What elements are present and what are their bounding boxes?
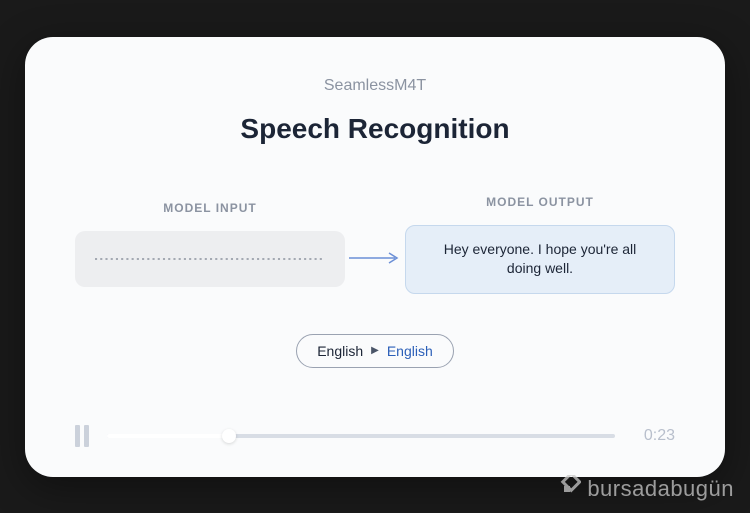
arrow-wrap [345, 250, 405, 266]
output-column: MODEL OUTPUT Hey everyone. I hope you're… [405, 195, 675, 294]
time-display: 0:23 [633, 427, 675, 445]
progress-track[interactable] [107, 434, 615, 438]
media-player: 0:23 [75, 401, 675, 447]
product-subtitle: SeamlessM4T [75, 77, 675, 95]
watermark-logo-icon [553, 475, 581, 503]
input-label: MODEL INPUT [163, 201, 256, 215]
input-column: MODEL INPUT [75, 201, 345, 287]
language-source: English [317, 343, 363, 359]
arrow-right-icon [347, 250, 403, 266]
pause-icon [84, 425, 89, 447]
play-triangle-icon: ▶ [371, 345, 379, 356]
progress-fill [107, 434, 229, 438]
output-text-box: Hey everyone. I hope you're all doing we… [405, 225, 675, 294]
output-label: MODEL OUTPUT [486, 195, 594, 209]
pause-button[interactable] [75, 425, 89, 447]
page-title: Speech Recognition [75, 113, 675, 145]
watermark-text: bursadabugün [587, 476, 734, 502]
language-pill[interactable]: English ▶ English [296, 334, 454, 368]
audio-input-box [75, 231, 345, 287]
demo-card: SeamlessM4T Speech Recognition MODEL INP… [25, 37, 725, 477]
progress-thumb[interactable] [222, 429, 236, 443]
pause-icon [75, 425, 80, 447]
language-target: English [387, 343, 433, 359]
io-row: MODEL INPUT MODEL OUTPUT Hey everyone. I… [75, 195, 675, 294]
watermark: bursadabugün [553, 475, 734, 503]
waveform-icon [95, 249, 325, 269]
